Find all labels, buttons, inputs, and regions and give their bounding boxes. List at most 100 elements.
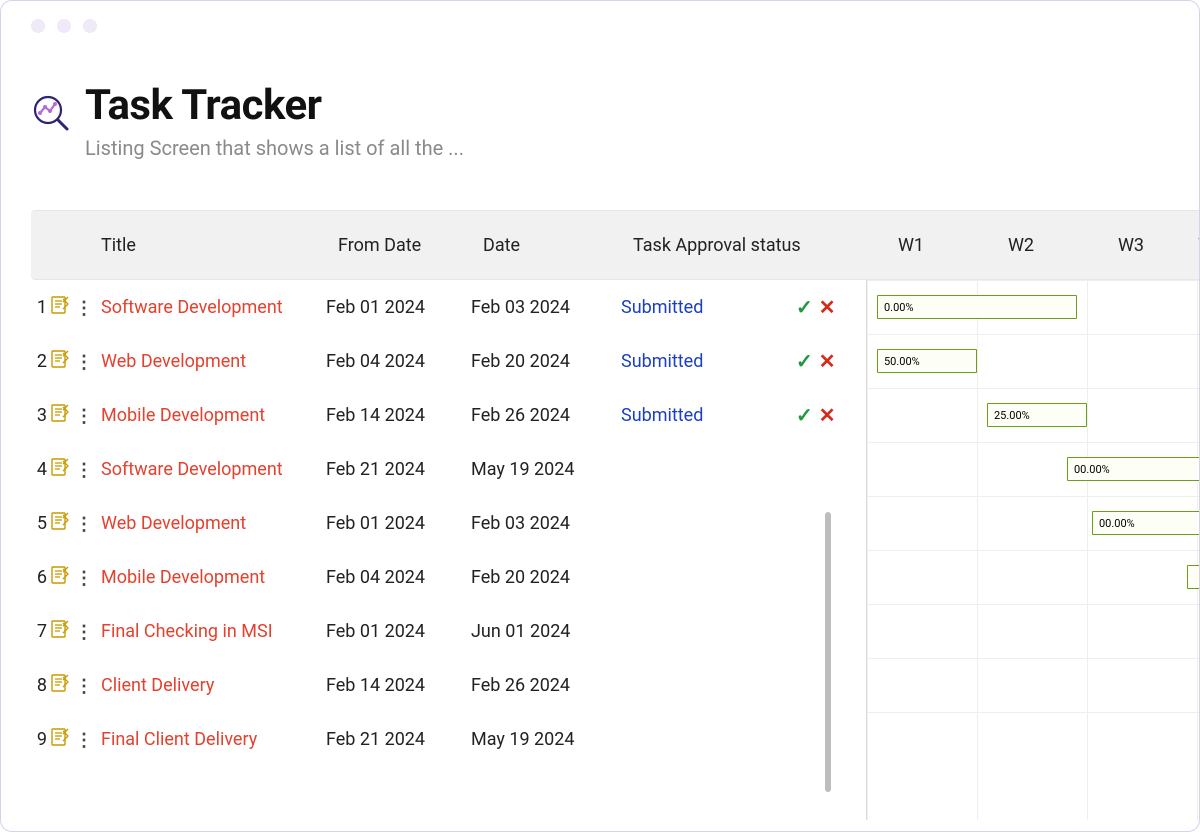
gantt-row: [867, 550, 1200, 604]
col-header-from-date[interactable]: From Date: [326, 210, 471, 280]
reject-icon[interactable]: ✕: [819, 403, 836, 427]
window-control-dot[interactable]: [83, 19, 97, 33]
task-title[interactable]: Web Development: [101, 513, 326, 534]
window-control-dot[interactable]: [31, 19, 45, 33]
note-icon[interactable]: [51, 728, 69, 746]
row-menu-icon[interactable]: ⋮: [75, 298, 93, 319]
row-index: 3: [31, 405, 51, 426]
row-menu-icon[interactable]: ⋮: [75, 352, 93, 373]
row-menu-icon[interactable]: ⋮: [75, 514, 93, 535]
from-date-cell: Feb 14 2024: [326, 405, 471, 426]
gantt-row: [867, 712, 1200, 766]
task-title[interactable]: Final Checking in MSI: [101, 621, 326, 642]
note-icon[interactable]: [51, 566, 69, 584]
task-title[interactable]: Final Client Delivery: [101, 729, 326, 750]
gantt-bar[interactable]: 00.00%: [1067, 457, 1200, 481]
col-header-week[interactable]: W2: [966, 210, 1076, 280]
row-icons: ⋮: [51, 350, 101, 373]
gantt-bar[interactable]: [1187, 565, 1200, 589]
gantt-row: 50.00%: [867, 334, 1200, 388]
note-icon[interactable]: [51, 404, 69, 422]
row-icons: ⋮: [51, 512, 101, 535]
gantt-chart: 0.00% 50.00% 25.00% 00.00% 00.00%: [866, 280, 1200, 820]
from-date-cell: Feb 21 2024: [326, 459, 471, 480]
from-date-cell: Feb 01 2024: [326, 513, 471, 534]
task-table: Title From Date Date Task Approval statu…: [1, 210, 1199, 766]
gantt-row: 00.00%: [867, 442, 1200, 496]
window-titlebar: [1, 1, 1199, 51]
date-cell: Feb 20 2024: [471, 567, 621, 588]
reject-icon[interactable]: ✕: [819, 349, 836, 373]
vertical-scrollbar-thumb[interactable]: [825, 512, 831, 792]
task-title[interactable]: Mobile Development: [101, 405, 326, 426]
gantt-row: 25.00%: [867, 388, 1200, 442]
gantt-bar[interactable]: 25.00%: [987, 403, 1087, 427]
approval-actions: ✓✕: [796, 403, 856, 427]
row-index: 5: [31, 513, 51, 534]
row-icons: ⋮: [51, 620, 101, 643]
col-header-week[interactable]: W1: [856, 210, 966, 280]
gantt-bar-label: 0.00%: [884, 301, 914, 314]
task-title[interactable]: Software Development: [101, 297, 326, 318]
gantt-bar-label: 50.00%: [884, 355, 920, 368]
col-header-week[interactable]: W: [1186, 210, 1200, 280]
date-cell: May 19 2024: [471, 459, 621, 480]
col-header-title[interactable]: Title: [31, 210, 326, 280]
approval-actions: ✓✕: [796, 349, 856, 373]
row-menu-icon[interactable]: ⋮: [75, 568, 93, 589]
gantt-bar[interactable]: 0.00%: [877, 295, 1077, 319]
row-icons: ⋮: [51, 296, 101, 319]
date-cell: May 19 2024: [471, 729, 621, 750]
page-header: Task Tracker Listing Screen that shows a…: [1, 51, 1199, 160]
task-title[interactable]: Software Development: [101, 459, 326, 480]
approve-icon[interactable]: ✓: [796, 349, 813, 373]
row-menu-icon[interactable]: ⋮: [75, 406, 93, 427]
note-icon[interactable]: [51, 296, 69, 314]
note-icon[interactable]: [51, 458, 69, 476]
col-header-date[interactable]: Date: [471, 210, 621, 280]
task-title[interactable]: Client Delivery: [101, 675, 326, 696]
task-title[interactable]: Web Development: [101, 351, 326, 372]
row-icons: ⋮: [51, 674, 101, 697]
approval-status-cell[interactable]: Submitted: [621, 351, 796, 372]
from-date-cell: Feb 01 2024: [326, 297, 471, 318]
col-header-week[interactable]: W3: [1076, 210, 1186, 280]
approval-status-cell[interactable]: Submitted: [621, 297, 796, 318]
date-cell: Feb 26 2024: [471, 675, 621, 696]
gantt-row: [867, 604, 1200, 658]
gantt-bar[interactable]: 00.00%: [1092, 511, 1200, 535]
note-icon[interactable]: [51, 620, 69, 638]
note-icon[interactable]: [51, 512, 69, 530]
row-index: 1: [31, 297, 51, 318]
row-menu-icon[interactable]: ⋮: [75, 676, 93, 697]
row-icons: ⋮: [51, 728, 101, 751]
row-menu-icon[interactable]: ⋮: [75, 460, 93, 481]
date-cell: Feb 03 2024: [471, 513, 621, 534]
magnifier-graph-icon: [31, 93, 71, 137]
approval-actions: ✓✕: [796, 295, 856, 319]
row-menu-icon[interactable]: ⋮: [75, 622, 93, 643]
row-index: 6: [31, 567, 51, 588]
gantt-bar-label: 00.00%: [1074, 463, 1110, 476]
from-date-cell: Feb 14 2024: [326, 675, 471, 696]
task-title[interactable]: Mobile Development: [101, 567, 326, 588]
row-index: 9: [31, 729, 51, 750]
table-header: Title From Date Date Task Approval statu…: [31, 210, 1199, 280]
gantt-bar[interactable]: 50.00%: [877, 349, 977, 373]
date-cell: Feb 20 2024: [471, 351, 621, 372]
gantt-row: 0.00%: [867, 280, 1200, 334]
row-index: 7: [31, 621, 51, 642]
from-date-cell: Feb 21 2024: [326, 729, 471, 750]
approve-icon[interactable]: ✓: [796, 295, 813, 319]
approve-icon[interactable]: ✓: [796, 403, 813, 427]
from-date-cell: Feb 04 2024: [326, 567, 471, 588]
reject-icon[interactable]: ✕: [819, 295, 836, 319]
row-menu-icon[interactable]: ⋮: [75, 730, 93, 751]
gantt-row: [867, 658, 1200, 712]
note-icon[interactable]: [51, 674, 69, 692]
window-control-dot[interactable]: [57, 19, 71, 33]
col-header-approval[interactable]: Task Approval status: [621, 210, 856, 280]
row-index: 8: [31, 675, 51, 696]
approval-status-cell[interactable]: Submitted: [621, 405, 796, 426]
note-icon[interactable]: [51, 350, 69, 368]
